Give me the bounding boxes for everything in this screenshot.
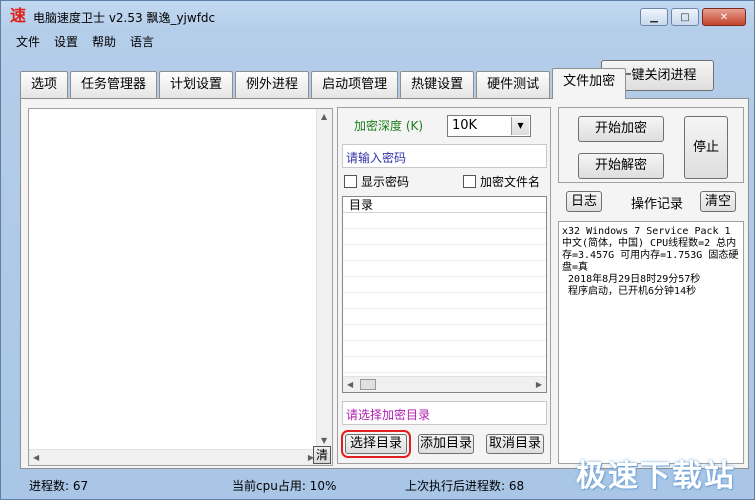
app-logo-icon: 速	[9, 6, 26, 25]
select-directory-button[interactable]: 选择目录	[341, 430, 411, 458]
directory-column-header[interactable]: 目录	[343, 197, 546, 213]
process-count-status: 进程数: 67	[29, 479, 89, 493]
file-list-pane[interactable]: ▲ ▼ ◀ ▶	[28, 108, 333, 466]
encrypt-filename-checkbox[interactable]: 加密文件名	[463, 173, 540, 190]
log-text-area[interactable]: x32 Windows 7 Service Pack 1 中文(简体，中国) C…	[558, 221, 744, 464]
minimize-icon: ▁	[650, 11, 658, 23]
tab-schedule[interactable]: 计划设置	[159, 71, 234, 99]
minimize-button[interactable]: ▁	[640, 8, 668, 26]
site-watermark: 极速下载站	[576, 459, 736, 494]
show-password-checkbox[interactable]: 显示密码	[344, 173, 409, 190]
cpu-usage-status: 当前cpu占用: 10%	[232, 479, 337, 493]
vertical-scrollbar[interactable]: ▲ ▼	[316, 109, 332, 465]
scroll-down-icon[interactable]: ▼	[321, 436, 327, 445]
tab-exceptions[interactable]: 例外进程	[235, 71, 310, 99]
maximize-button[interactable]: □	[671, 8, 699, 26]
window-title: 电脑速度卫士 v2.53 飘逸_yjwfdc	[33, 11, 216, 25]
encrypt-actions-box: 开始加密 开始解密 停止	[558, 107, 744, 183]
start-decrypt-button[interactable]: 开始解密	[578, 153, 664, 179]
actions-group: 开始加密 开始解密 停止 日志 操作记录 清空 x32 Windows 7 Se…	[558, 107, 744, 464]
scroll-right-icon[interactable]: ▶	[536, 380, 542, 389]
checkbox-box[interactable]	[463, 175, 476, 188]
scroll-thumb[interactable]	[360, 379, 376, 390]
title-bar[interactable]: 速 电脑速度卫士 v2.53 飘逸_yjwfdc ▁ □ ✕	[1, 1, 754, 31]
horizontal-scrollbar[interactable]: ◀ ▶	[29, 449, 318, 465]
close-button[interactable]: ✕	[702, 8, 746, 26]
encrypt-directory-input[interactable]: 请选择加密目录	[342, 401, 547, 425]
clear-list-button[interactable]: 清	[313, 446, 331, 464]
log-button[interactable]: 日志	[566, 191, 602, 212]
scroll-left-icon[interactable]: ◀	[347, 380, 353, 389]
tab-strip: 选项 任务管理器 计划设置 例外进程 启动项管理 热键设置 硬件测试 文件加密	[20, 68, 628, 99]
encrypt-settings-group: 加密深度 (K) 10K ▼ 请输入密码 显示密码 加密文件名 目录 ◀ ▶ 请…	[337, 107, 551, 464]
chevron-down-icon[interactable]: ▼	[511, 117, 529, 135]
tab-hotkeys[interactable]: 热键设置	[400, 71, 475, 99]
tab-options[interactable]: 选项	[20, 71, 69, 99]
operation-record-label: 操作记录	[631, 197, 684, 212]
scroll-left-icon[interactable]: ◀	[33, 453, 39, 462]
menu-help[interactable]: 帮助	[85, 31, 123, 51]
encrypt-filename-label: 加密文件名	[480, 175, 541, 189]
cancel-directory-button[interactable]: 取消目录	[486, 434, 544, 454]
directory-hscrollbar[interactable]: ◀ ▶	[343, 376, 546, 392]
last-exec-count-status: 上次执行后进程数: 68	[405, 479, 525, 493]
checkbox-box[interactable]	[344, 175, 357, 188]
directory-list[interactable]: 目录 ◀ ▶	[342, 196, 547, 393]
encrypt-depth-select[interactable]: 10K ▼	[447, 115, 531, 137]
scroll-up-icon[interactable]: ▲	[321, 112, 327, 121]
add-directory-button[interactable]: 添加目录	[418, 434, 474, 454]
menu-language[interactable]: 语言	[123, 31, 161, 51]
menu-settings[interactable]: 设置	[47, 31, 85, 51]
show-password-label: 显示密码	[361, 175, 410, 189]
encrypt-depth-label: 加密深度 (K)	[354, 119, 424, 133]
tab-task-manager[interactable]: 任务管理器	[70, 71, 158, 99]
file-encrypt-panel: ▲ ▼ ◀ ▶ 清 加密深度 (K) 10K ▼ 请输入密码 显示密码 加密文件…	[20, 98, 749, 469]
stop-button[interactable]: 停止	[684, 116, 728, 179]
start-encrypt-button[interactable]: 开始加密	[578, 116, 664, 142]
menu-file[interactable]: 文件	[9, 31, 47, 51]
tab-hardware-test[interactable]: 硬件测试	[476, 71, 551, 99]
menu-bar: 文件 设置 帮助 语言	[9, 31, 161, 51]
tab-startup[interactable]: 启动项管理	[311, 71, 399, 99]
maximize-icon: □	[680, 11, 690, 23]
close-icon: ✕	[719, 11, 729, 23]
clear-log-button[interactable]: 清空	[700, 191, 736, 212]
tab-file-encrypt[interactable]: 文件加密	[552, 68, 627, 99]
app-window: 速 电脑速度卫士 v2.53 飘逸_yjwfdc ▁ □ ✕ 文件 设置 帮助 …	[0, 0, 755, 500]
encrypt-depth-value: 10K	[452, 118, 478, 133]
password-input[interactable]: 请输入密码	[342, 144, 547, 168]
